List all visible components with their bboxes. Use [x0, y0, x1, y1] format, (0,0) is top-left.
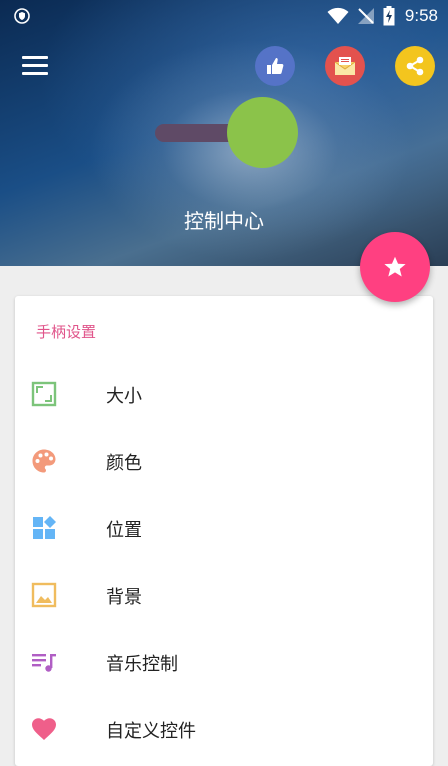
menu-item-label: 背景 [106, 587, 142, 608]
menu-button[interactable] [20, 54, 50, 78]
section-title: 手柄设置 [36, 323, 97, 341]
menu-icon [22, 56, 48, 59]
settings-card: 手柄设置 大小 颜色 位置 背景 音乐控制 自定义控件 [15, 296, 433, 766]
menu-item-custom-controls[interactable]: 自定义控件 [15, 699, 433, 759]
mail-button[interactable] [325, 46, 365, 86]
menu-item-color[interactable]: 颜色 [15, 431, 433, 491]
favorite-fab-button[interactable] [360, 232, 430, 302]
menu-item-size[interactable]: 大小 [15, 364, 433, 424]
page-title: 控制中心 [184, 209, 264, 233]
status-bar: 9:58 [0, 0, 448, 32]
wifi-icon [327, 7, 349, 24]
star-icon [384, 256, 406, 277]
handle-preview-knob[interactable] [227, 97, 298, 168]
shield-icon [14, 8, 30, 24]
menu-item-background[interactable]: 背景 [15, 565, 433, 625]
resize-icon [31, 381, 57, 407]
position-icon [33, 516, 56, 539]
menu-item-label: 大小 [106, 386, 142, 407]
menu-item-label: 颜色 [106, 453, 142, 474]
heart-icon [32, 718, 56, 740]
status-right: 9:58 [327, 4, 438, 28]
menu-icon-bar [22, 72, 48, 75]
share-icon [406, 56, 424, 76]
status-time: 9:58 [404, 6, 438, 25]
mail-icon [334, 57, 356, 75]
no-signal-icon [357, 8, 374, 24]
palette-icon [32, 449, 56, 473]
header: 9:58 控制中心 [0, 0, 448, 266]
thumbs-up-icon [267, 58, 284, 74]
music-icon [32, 654, 56, 672]
menu-item-music-control[interactable]: 音乐控制 [15, 632, 433, 692]
share-button[interactable] [395, 46, 435, 86]
image-icon [31, 582, 57, 608]
menu-item-label: 音乐控制 [106, 654, 178, 675]
menu-item-position[interactable]: 位置 [15, 498, 433, 558]
like-button[interactable] [255, 46, 295, 86]
battery-charging-icon [383, 6, 395, 26]
menu-icon-bar [22, 64, 48, 67]
menu-item-label: 位置 [106, 520, 142, 541]
menu-item-label: 自定义控件 [106, 721, 196, 742]
